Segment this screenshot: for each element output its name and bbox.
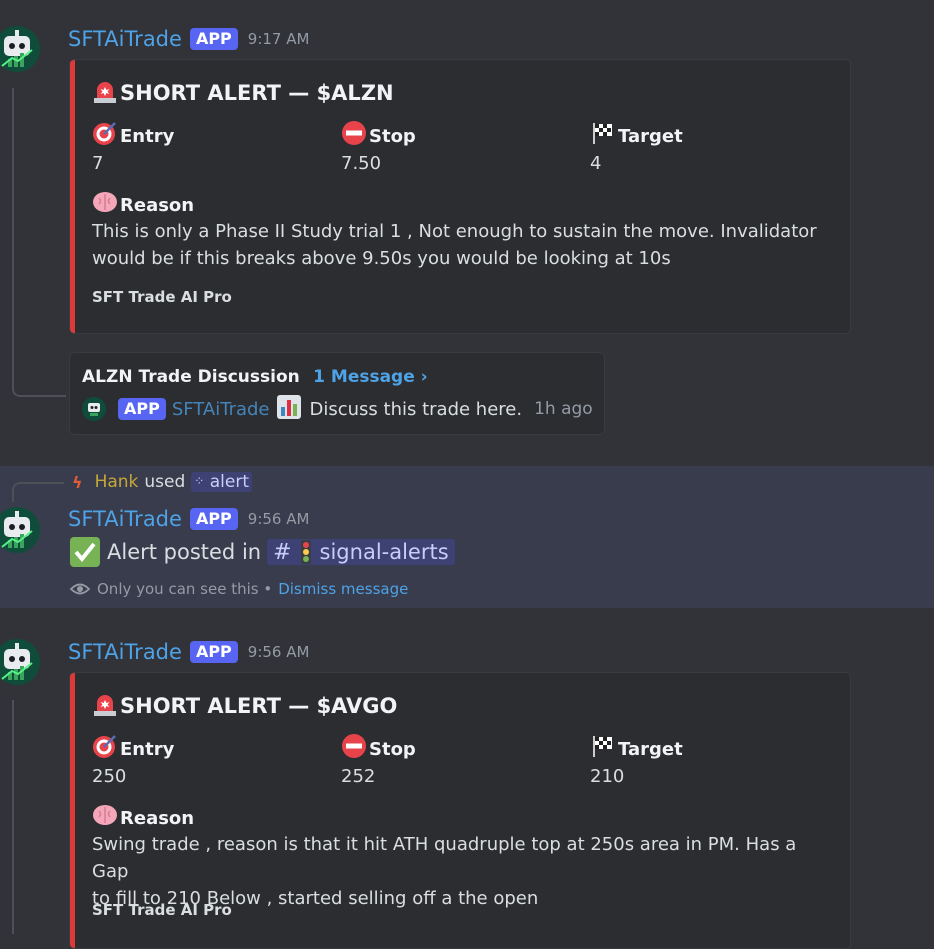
- embed-title: SHORT ALERT — $ALZN: [92, 78, 394, 109]
- field-reason-label: Reason: [92, 802, 194, 833]
- eye-icon: [69, 578, 91, 600]
- channel-mention[interactable]: # signal-alerts: [267, 539, 455, 565]
- bar-chart-icon: [276, 394, 302, 424]
- target-icon: [92, 733, 118, 764]
- dismiss-message-link[interactable]: Dismiss message: [278, 580, 408, 598]
- target-icon: [92, 120, 118, 151]
- field-stop-label: Stop: [341, 120, 416, 151]
- no-entry-icon: [341, 120, 367, 151]
- thread-name[interactable]: ALZN Trade Discussion: [82, 367, 300, 387]
- reason-text: This is only a Phase II Study trial 1 , …: [92, 221, 817, 269]
- field-entry-value: 7: [92, 153, 104, 174]
- command-mention[interactable]: ⁘ alert: [191, 472, 253, 492]
- slash-command-icon: ϟ: [72, 472, 83, 492]
- field-stop-value: 252: [341, 766, 376, 787]
- field-entry-value: 250: [92, 766, 127, 787]
- bot-avatar[interactable]: [0, 639, 40, 685]
- posted-text: Alert posted in: [107, 540, 262, 564]
- app-badge: APP: [189, 641, 238, 663]
- embed-title: SHORT ALERT — $AVGO: [92, 691, 397, 722]
- ephemeral-note: Only you can see this •: [97, 580, 273, 598]
- traffic-light-icon: [298, 539, 314, 565]
- field-target-label: Target: [590, 733, 683, 764]
- bot-avatar[interactable]: [0, 26, 40, 72]
- thread-ago: 1h ago: [534, 399, 593, 419]
- avatar-stem-line: [12, 700, 14, 934]
- reason-text: Swing trade , reason is that it hit ATH …: [92, 834, 797, 909]
- no-entry-icon: [341, 733, 367, 764]
- field-stop-value: 7.50: [341, 153, 382, 174]
- thread-connector-line: [12, 88, 66, 397]
- alert-embed: SHORT ALERT — $ALZN Entry 7 Stop 7.50 Ta…: [69, 59, 851, 334]
- embed-footer: SFT Trade AI Pro: [92, 288, 232, 306]
- app-badge: APP: [189, 508, 238, 530]
- channel-hash: #: [273, 539, 292, 565]
- thread-card[interactable]: ALZN Trade Discussion 1 Message › APP SF…: [69, 352, 605, 435]
- field-target-value: 210: [590, 766, 625, 787]
- checkered-flag-icon: [590, 733, 616, 764]
- thread-message-count[interactable]: 1 Message ›: [313, 367, 428, 387]
- thread-author[interactable]: SFTAiTrade: [172, 399, 270, 420]
- command-dots-icon: ⁘: [194, 474, 205, 488]
- reply-connector: [12, 482, 64, 502]
- field-target-value: 4: [590, 153, 602, 174]
- alert-embed: SHORT ALERT — $AVGO Entry 250 Stop 252 T…: [69, 672, 851, 949]
- rotating-light-icon: [92, 78, 118, 109]
- field-reason-label: Reason: [92, 189, 194, 220]
- field-entry-label: Entry: [92, 733, 174, 764]
- embed-footer: SFT Trade AI Pro: [92, 901, 232, 919]
- brain-icon: [92, 802, 118, 833]
- field-stop-label: Stop: [341, 733, 416, 764]
- app-badge: APP: [189, 28, 238, 50]
- command-used-text: used: [144, 472, 186, 492]
- author-name[interactable]: SFTAiTrade: [68, 507, 182, 531]
- thread-app-badge: APP: [118, 398, 166, 420]
- brain-icon: [92, 189, 118, 220]
- rotating-light-icon: [92, 691, 118, 722]
- embed-accent-bar: [70, 60, 75, 333]
- author-name[interactable]: SFTAiTrade: [68, 640, 182, 664]
- timestamp[interactable]: 9:56 AM: [248, 643, 310, 661]
- check-mark-icon: [69, 536, 101, 568]
- channel-name: signal-alerts: [319, 540, 449, 564]
- timestamp[interactable]: 9:56 AM: [248, 510, 310, 528]
- embed-accent-bar: [70, 673, 75, 948]
- timestamp[interactable]: 9:17 AM: [248, 30, 310, 48]
- command-user[interactable]: Hank: [95, 472, 139, 492]
- checkered-flag-icon: [590, 120, 616, 151]
- field-entry-label: Entry: [92, 120, 174, 151]
- field-target-label: Target: [590, 120, 683, 151]
- author-name[interactable]: SFTAiTrade: [68, 27, 182, 51]
- thread-preview: Discuss this trade here.: [309, 398, 523, 420]
- thread-avatar: [82, 397, 106, 421]
- ephemeral-content: Alert posted in # signal-alerts: [69, 536, 455, 568]
